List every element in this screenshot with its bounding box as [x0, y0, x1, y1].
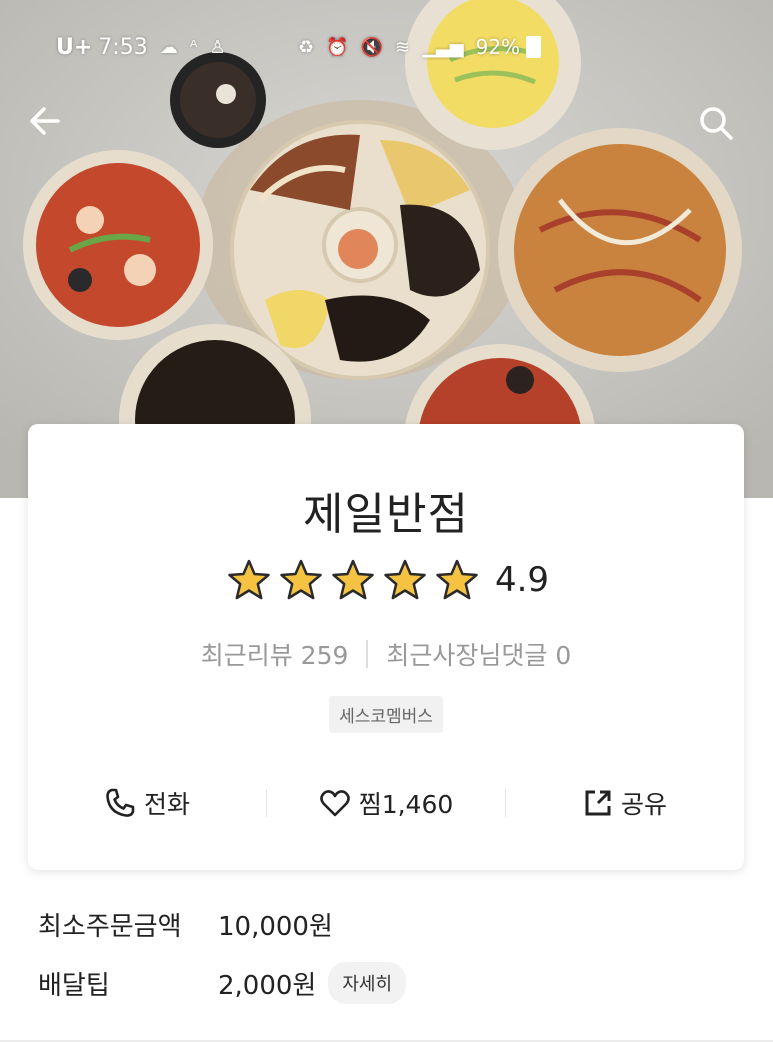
- store-info-card: 제일반점 4.9 최근리뷰 259 최근사장님댓글 0 세스코멤버스 전화 찜1…: [28, 424, 744, 870]
- delivery-tip-label: 배달팁: [38, 970, 110, 1001]
- signal-icon: ▁▃▅: [422, 36, 464, 58]
- rating-value: 4.9: [494, 560, 550, 600]
- delivery-tip-value: 2,000원: [218, 970, 317, 1001]
- owner-reply-count[interactable]: 최근사장님댓글 0: [386, 636, 571, 672]
- call-button[interactable]: 전화: [28, 785, 266, 821]
- back-button[interactable]: [28, 104, 76, 152]
- share-label: 공유: [620, 790, 667, 819]
- min-order-label: 최소주문금액: [38, 912, 182, 942]
- share-icon: [585, 790, 611, 816]
- battery-icon: [526, 36, 542, 58]
- action-bar: 전화 찜1,460 공유: [28, 780, 744, 826]
- wifi-icon: ≋: [394, 36, 411, 58]
- min-order-row: 최소주문금액 10,000원: [38, 906, 333, 943]
- like-button[interactable]: 찜1,460: [267, 785, 505, 821]
- star-icon: [384, 559, 426, 600]
- phone-icon: [106, 788, 135, 817]
- star-icon: [436, 559, 478, 600]
- search-button[interactable]: [697, 104, 745, 152]
- star-icon: [228, 559, 270, 600]
- cesco-badge: 세스코멤버스: [329, 696, 443, 733]
- status-bar-right: ♻ ⏰ 🔇 ≋ ▁▃▅ 92%: [298, 30, 542, 64]
- back-arrow-icon: [30, 107, 60, 135]
- divider: [366, 640, 369, 668]
- like-count: 찜1,460: [358, 790, 454, 819]
- font-icon: ᴬ: [189, 36, 198, 58]
- call-label: 전화: [143, 790, 190, 819]
- store-name: 제일반점: [303, 489, 469, 540]
- delivery-tip-detail-button[interactable]: 자세히: [328, 962, 407, 1004]
- cloud-icon: ☁: [159, 36, 178, 58]
- min-order-value: 10,000원: [218, 912, 333, 942]
- rating-row: 4.9: [28, 558, 744, 602]
- delivery-tip-row: 배달팁 2,000원 자세히: [38, 962, 407, 1004]
- alarm-icon: ⏰: [326, 36, 349, 58]
- recent-review-count[interactable]: 최근리뷰 259: [201, 636, 349, 672]
- person-icon: ♙: [209, 36, 226, 58]
- carrier-label: U+: [56, 34, 93, 60]
- recycle-icon: ♻: [298, 36, 315, 58]
- battery-percent: 92%: [475, 35, 521, 59]
- mute-icon: 🔇: [360, 36, 383, 58]
- clock: 7:53: [98, 34, 148, 60]
- search-icon: [700, 107, 733, 140]
- star-icon: [280, 559, 322, 600]
- review-counts: 최근리뷰 259 최근사장님댓글 0: [28, 636, 744, 672]
- heart-icon: [319, 790, 350, 817]
- star-icon: [332, 559, 374, 600]
- share-button[interactable]: 공유: [506, 785, 744, 821]
